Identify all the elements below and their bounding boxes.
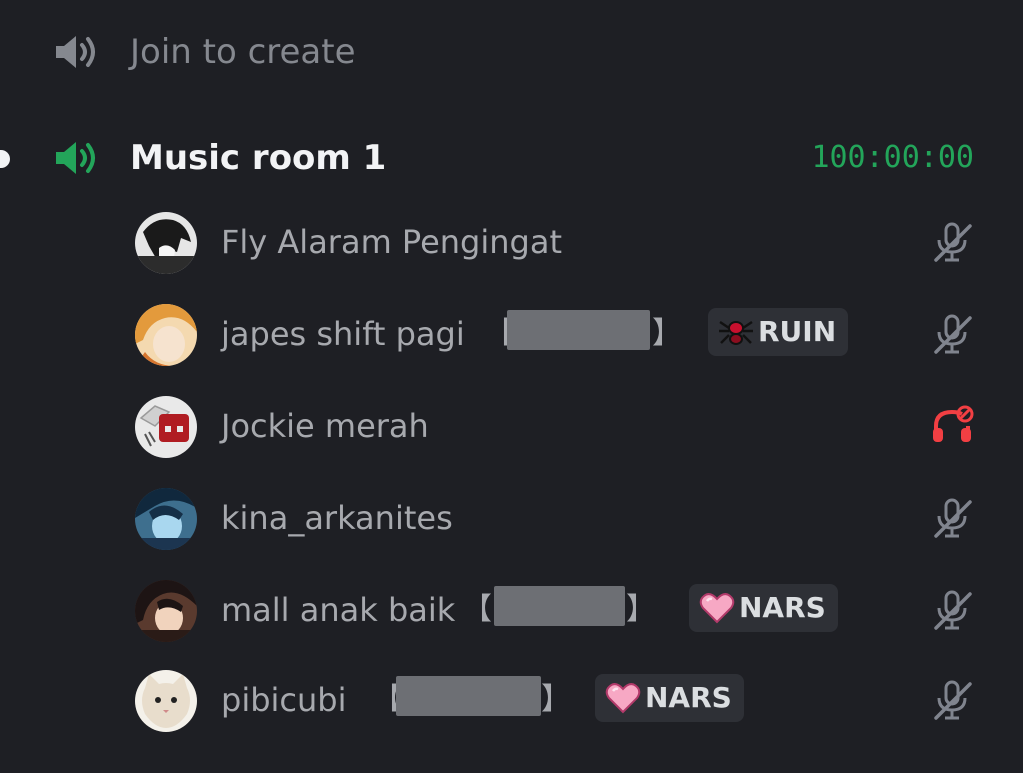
username: Jockie merah [221, 407, 429, 445]
channel-music-room-1[interactable]: Music room 1 100:00:00 [0, 126, 1023, 190]
channel-timer: 100:00:00 [811, 140, 974, 175]
speaker-icon [56, 36, 95, 68]
redacted-text [396, 676, 541, 716]
mic-muted-icon[interactable] [930, 678, 974, 722]
mic-muted-icon[interactable] [930, 496, 974, 540]
channel-label: Join to create [130, 32, 356, 72]
avatar[interactable] [135, 304, 197, 366]
role-tag-label: RUIN [758, 315, 837, 348]
channel-join-to-create[interactable]: Join to create [0, 20, 1023, 84]
mic-muted-icon[interactable] [930, 220, 974, 264]
role-tag-label: NARS [645, 681, 732, 714]
redacted-text [494, 586, 625, 626]
mic-muted-icon[interactable] [930, 588, 974, 632]
username: kina_arkanites [221, 499, 453, 537]
voice-user-row[interactable]: pibicubi 【 】 NARS [0, 660, 1023, 740]
mic-muted-icon[interactable] [930, 312, 974, 356]
voice-user-row[interactable]: Jockie merah [0, 386, 1023, 466]
voice-user-row[interactable]: japes shift pagi 【 】 RUIN [0, 294, 1023, 374]
heart-icon [605, 683, 641, 714]
speaker-active-icon [56, 142, 95, 174]
bracket-open: 【 [462, 592, 492, 627]
unread-indicator [0, 150, 10, 168]
username: japes shift pagi [221, 315, 465, 353]
heart-icon [699, 593, 735, 624]
bracket-close: 】 [626, 592, 656, 627]
bracket-close: 】 [541, 682, 571, 717]
role-tag[interactable]: RUIN [708, 308, 849, 356]
bracket-close: 】 [652, 316, 682, 351]
spider-icon [719, 320, 753, 345]
voice-channel-list: Join to create Music room 1 100:00:00 Fl… [0, 0, 1023, 773]
username: pibicubi [221, 681, 347, 719]
role-tag-label: NARS [739, 591, 826, 624]
avatar[interactable] [135, 488, 197, 550]
voice-user-row[interactable]: Fly Alaram Pengingat [0, 202, 1023, 282]
role-tag[interactable]: NARS [689, 584, 838, 632]
voice-user-row[interactable]: mall anak baik 【 】 NARS [0, 570, 1023, 650]
deafened-icon[interactable] [930, 404, 974, 448]
voice-user-row[interactable]: kina_arkanites [0, 478, 1023, 558]
redacted-text [507, 310, 650, 350]
avatar[interactable] [135, 396, 197, 458]
channel-label: Music room 1 [130, 138, 387, 178]
role-tag[interactable]: NARS [595, 674, 744, 722]
username: mall anak baik [221, 591, 456, 629]
username: Fly Alaram Pengingat [221, 223, 562, 261]
avatar[interactable] [135, 212, 197, 274]
avatar[interactable] [135, 580, 197, 642]
avatar[interactable] [135, 670, 197, 732]
